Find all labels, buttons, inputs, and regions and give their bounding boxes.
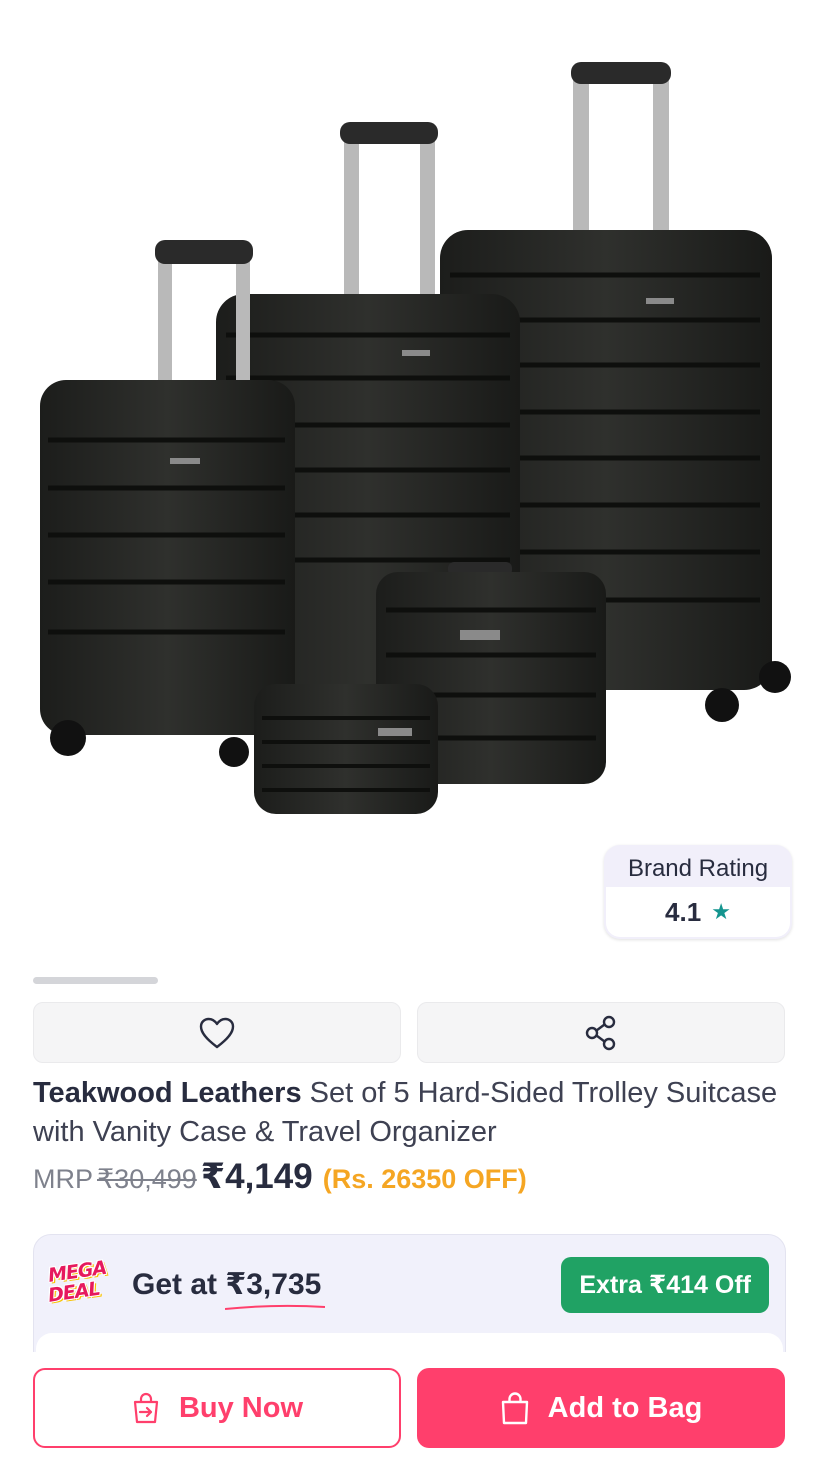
deal-price-wrap: ₹3,735 bbox=[225, 1268, 326, 1310]
discount-text: (Rs. 26350 OFF) bbox=[322, 1164, 527, 1194]
brand-rating-title: Brand Rating bbox=[627, 855, 769, 882]
buy-now-icon bbox=[133, 1392, 159, 1424]
mega-deal-badge: MEGA DEAL bbox=[47, 1257, 118, 1313]
deal-text: Get at ₹3,735 bbox=[132, 1267, 326, 1310]
mrp-value: ₹30,499 bbox=[97, 1164, 197, 1194]
heart-icon bbox=[199, 1017, 235, 1048]
deal-prefix: Get at bbox=[132, 1268, 226, 1301]
bag-icon bbox=[501, 1392, 528, 1425]
deal-underline bbox=[225, 1304, 326, 1310]
mrp-label: MRP bbox=[33, 1164, 93, 1194]
share-button[interactable] bbox=[417, 1002, 785, 1063]
share-icon bbox=[585, 1015, 616, 1050]
product-brand: Teakwood Leathers bbox=[33, 1077, 302, 1109]
buy-now-label: Buy Now bbox=[178, 1391, 304, 1424]
price-row: MRP ₹30,499 ₹4,149 (Rs. 26350 OFF) bbox=[33, 1157, 527, 1197]
image-carousel-indicator bbox=[33, 977, 158, 984]
star-icon: ★ bbox=[711, 899, 731, 924]
add-to-bag-label: Add to Bag bbox=[547, 1391, 703, 1424]
buy-now-button[interactable]: Buy Now bbox=[33, 1368, 401, 1448]
wishlist-button[interactable] bbox=[33, 1002, 401, 1063]
luggage-set-image bbox=[40, 62, 791, 814]
selling-price: ₹4,149 bbox=[200, 1157, 313, 1196]
brand-rating-value-box: 4.1 ★ bbox=[606, 887, 790, 937]
add-to-bag-button[interactable]: Add to Bag bbox=[417, 1368, 785, 1448]
bottom-action-bar: Buy Now Add to Bag bbox=[0, 1352, 818, 1465]
product-image[interactable] bbox=[0, 0, 818, 965]
brand-rating-value: 4.1 bbox=[665, 896, 702, 927]
extra-off-badge: Extra ₹414 Off bbox=[561, 1257, 769, 1313]
deal-price: ₹3,735 bbox=[225, 1268, 322, 1301]
product-title: Teakwood Leathers Set of 5 Hard-Sided Tr… bbox=[33, 1074, 793, 1152]
brand-rating-card[interactable]: Brand Rating 4.1 ★ bbox=[604, 845, 792, 939]
